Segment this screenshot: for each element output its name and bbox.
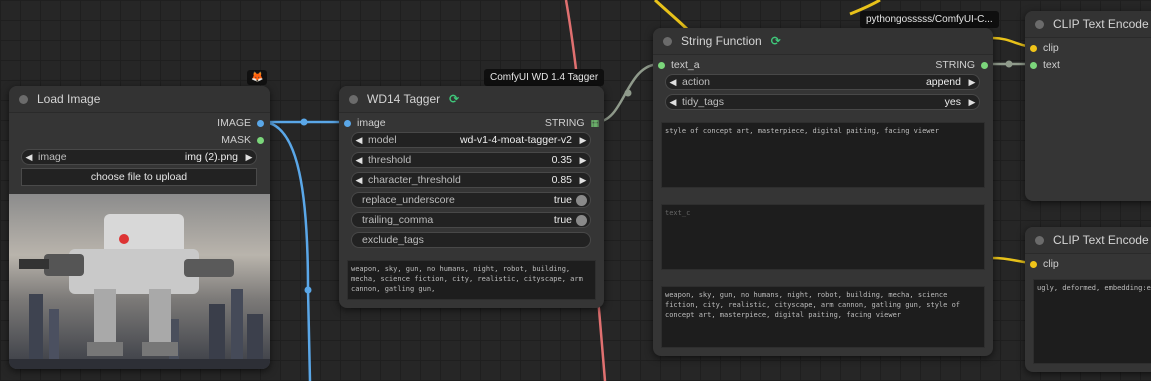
node-source-badge: ComfyUI WD 1.4 Tagger (484, 69, 605, 86)
arrow-left-icon[interactable]: ◀ (352, 175, 366, 186)
arrow-left-icon[interactable]: ◀ (666, 77, 680, 88)
text-b-textarea[interactable]: style of concept art, masterpiece, digit… (661, 122, 985, 188)
arrow-right-icon[interactable]: ▶ (242, 152, 256, 163)
arrow-left-icon[interactable]: ◀ (352, 155, 366, 166)
wire-reroute-dot (624, 89, 632, 97)
port-dot-icon[interactable] (1030, 44, 1037, 52)
upload-button[interactable]: choose file to upload (21, 168, 257, 186)
node-title: Load Image (37, 92, 101, 106)
replace-underscore-toggle[interactable]: replace_underscore true (351, 192, 591, 208)
port-dot-icon[interactable] (658, 61, 665, 69)
action-select[interactable]: ◀ action append ▶ (665, 74, 980, 90)
node-title-bar[interactable]: String Function ⟳ (653, 28, 993, 55)
node-title: CLIP Text Encode ( (1053, 233, 1151, 247)
link-icon: ⟳ (770, 34, 781, 48)
arrow-right-icon[interactable]: ▶ (965, 97, 979, 108)
node-title-bar[interactable]: CLIP Text Encode ( (1025, 11, 1151, 38)
wire-clip-yellow-1 (653, 0, 690, 32)
arrow-right-icon[interactable]: ▶ (965, 77, 979, 88)
threshold-number[interactable]: ◀ threshold 0.35 ▶ (351, 152, 591, 168)
trailing-comma-toggle[interactable]: trailing_comma true (351, 212, 591, 228)
input-clip[interactable]: clip (1030, 257, 1059, 271)
wire-reroute-dot (300, 118, 308, 126)
tidy-tags-select[interactable]: ◀ tidy_tags yes ▶ (665, 94, 980, 110)
wire-reroute-dot (304, 286, 312, 294)
mecha-robot-preview-icon (9, 214, 270, 369)
wire-string-1 (595, 62, 661, 124)
input-text-a[interactable]: text_a (658, 58, 700, 72)
port-dot-icon[interactable] (1030, 260, 1037, 268)
image-preview (9, 194, 270, 369)
output-string[interactable]: STRING ▦ (545, 116, 599, 130)
collapse-dot-icon[interactable] (349, 94, 358, 104)
node-badge-icon: 🦊 (247, 70, 268, 85)
collapse-dot-icon[interactable] (1035, 235, 1044, 245)
input-clip[interactable]: clip (1030, 41, 1059, 55)
clip-text-encode-node[interactable]: CLIP Text Encode ( clip text (1025, 11, 1151, 201)
node-title-bar[interactable]: Load Image (9, 86, 270, 113)
image-select-widget[interactable]: ◀ image img (2).png ▶ (21, 149, 257, 165)
collapse-dot-icon[interactable] (1035, 19, 1044, 29)
character-threshold-number[interactable]: ◀ character_threshold 0.85 ▶ (351, 172, 591, 188)
result-textarea[interactable]: weapon, sky, gun, no humans, night, robo… (661, 286, 985, 348)
arrow-left-icon[interactable]: ◀ (666, 97, 680, 108)
port-dot-icon[interactable] (344, 119, 351, 127)
node-source-badge: pythongosssss/ComfyUI-C... (860, 11, 999, 28)
wd14-tagger-node[interactable]: WD14 Tagger ⟳ image STRING ▦ ◀ model wd-… (339, 86, 604, 308)
string-function-node[interactable]: String Function ⟳ text_a STRING ◀ action… (653, 28, 993, 356)
output-image[interactable]: IMAGE (217, 116, 264, 130)
arrow-right-icon[interactable]: ▶ (576, 155, 590, 166)
exclude-tags-field[interactable]: exclude_tags (351, 232, 591, 248)
port-dot-icon[interactable] (1030, 61, 1037, 69)
node-title: CLIP Text Encode ( (1053, 17, 1151, 31)
input-text[interactable]: text (1030, 58, 1060, 72)
toggle-knob-icon[interactable] (576, 194, 587, 206)
port-dot-icon[interactable] (257, 136, 264, 144)
model-select[interactable]: ◀ model wd-v1-4-moat-tagger-v2 ▶ (351, 132, 591, 148)
node-title: WD14 Tagger (367, 92, 441, 106)
wire-reroute-dot (1005, 60, 1013, 68)
toggle-knob-icon[interactable] (576, 214, 587, 226)
link-icon: ⟳ (449, 92, 460, 106)
collapse-dot-icon[interactable] (663, 36, 672, 46)
arrow-left-icon[interactable]: ◀ (352, 135, 366, 146)
collapse-dot-icon[interactable] (19, 94, 28, 104)
tags-output-textarea[interactable]: weapon, sky, gun, no humans, night, robo… (347, 260, 596, 300)
node-title-bar[interactable]: CLIP Text Encode ( (1025, 227, 1151, 254)
load-image-node[interactable]: Load Image IMAGE MASK ◀ image img (2).pn… (9, 86, 270, 369)
text-c-textarea[interactable]: text_c (661, 204, 985, 270)
arrow-right-icon[interactable]: ▶ (576, 135, 590, 146)
clip-text-encode-node[interactable]: CLIP Text Encode ( clip ugly, deformed, … (1025, 227, 1151, 372)
port-dot-icon[interactable] (257, 119, 264, 127)
input-image[interactable]: image (344, 116, 386, 130)
output-string[interactable]: STRING (935, 58, 988, 72)
output-mask[interactable]: MASK (221, 133, 264, 147)
node-title: String Function (681, 34, 762, 48)
arrow-left-icon[interactable]: ◀ (22, 152, 36, 163)
port-dot-icon[interactable] (981, 61, 988, 69)
grid-port-icon[interactable]: ▦ (590, 118, 599, 129)
node-title-bar[interactable]: WD14 Tagger ⟳ (339, 86, 604, 113)
arrow-right-icon[interactable]: ▶ (576, 175, 590, 186)
prompt-textarea[interactable]: ugly, deformed, embedding:ea (1033, 279, 1151, 364)
